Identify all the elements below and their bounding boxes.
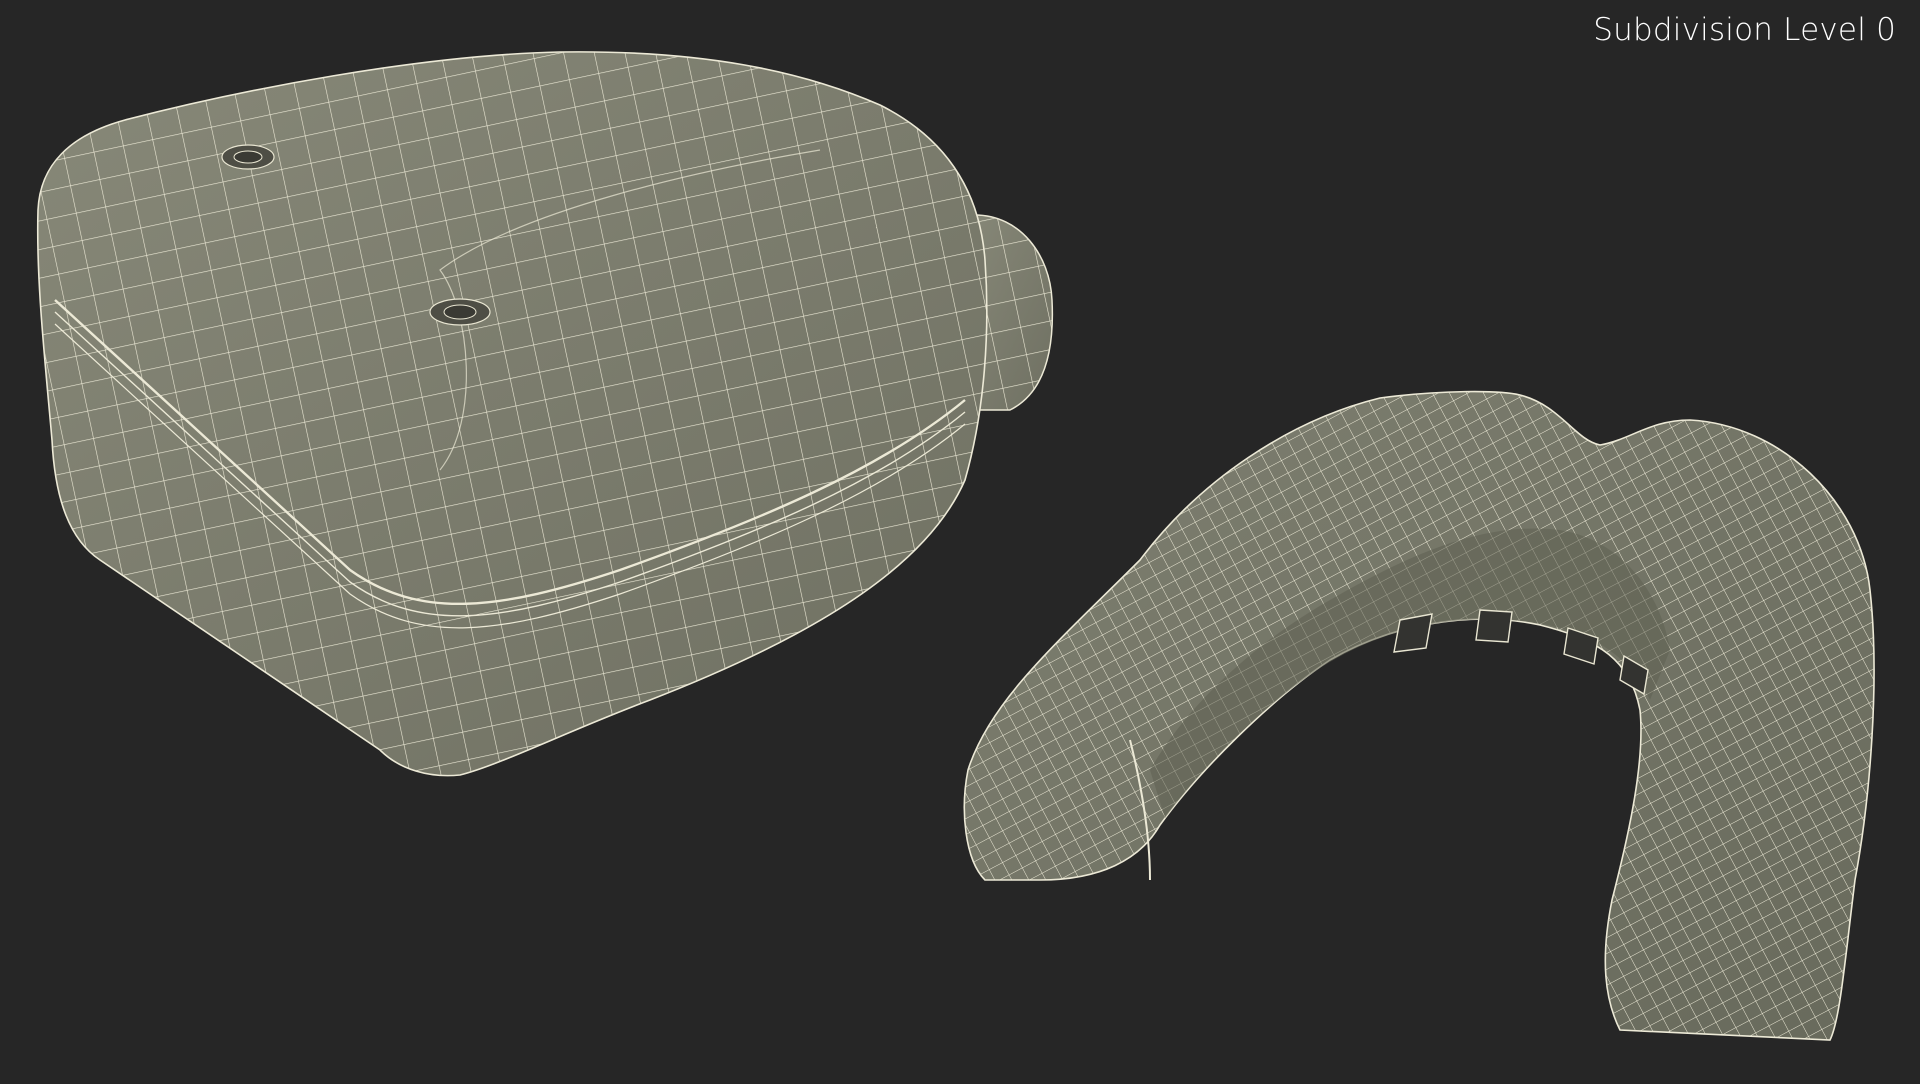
scene-render [36,51,1875,1041]
mouthguard [963,390,1875,1041]
breathing-vent-2 [1475,609,1513,643]
subdivision-level-label: Subdivision Level 0 [1593,12,1896,48]
breathing-vent-1 [1393,613,1433,653]
3d-viewport: Subdivision Level 0 [0,0,1920,1080]
mouthguard-case [36,51,1054,777]
